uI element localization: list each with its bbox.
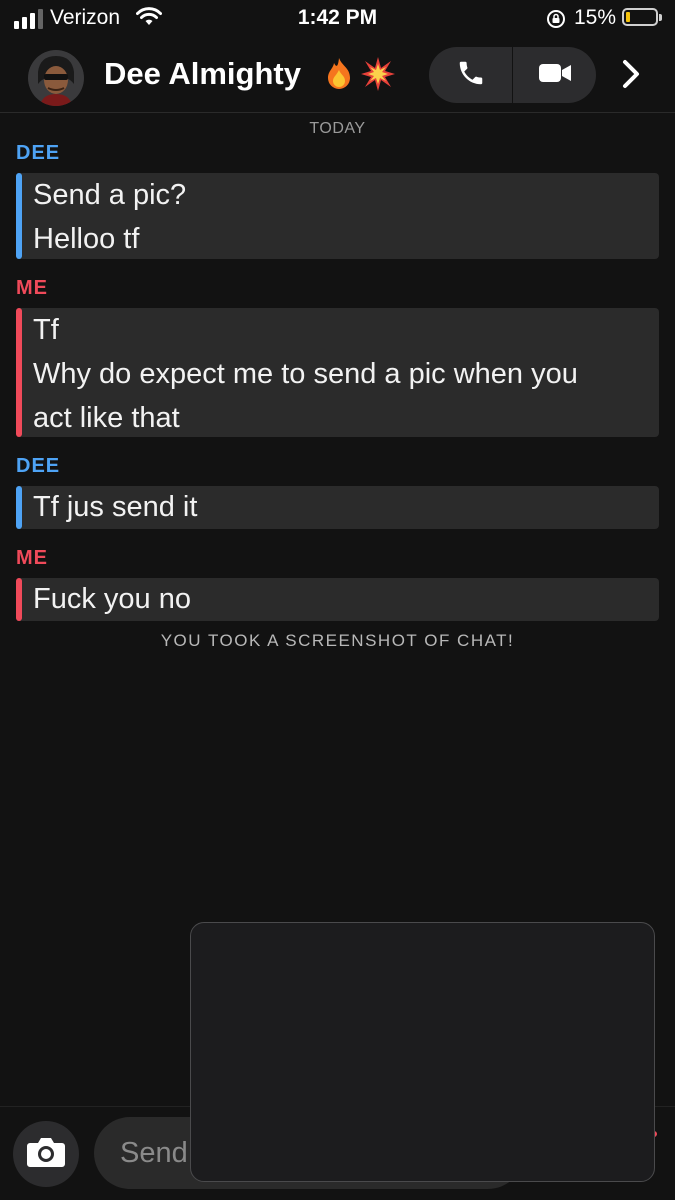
collision-icon [360,56,396,97]
battery-level-fill [626,12,630,22]
rotation-lock-icon [545,8,567,35]
date-separator: TODAY [309,120,366,137]
sender-label: DEE [16,455,61,477]
message-line: Fuck you no [33,583,191,615]
screenshot-preview-panel[interactable] [190,922,655,1182]
chat-header: Dee Almighty [0,40,675,110]
call-button-group [429,47,596,103]
chevron-right-icon[interactable] [620,58,642,95]
message-line: Tf [33,314,59,346]
sender-color-bar [16,578,22,621]
phone-icon [456,58,486,93]
voice-call-button[interactable] [429,47,512,103]
sender-color-bar [16,308,22,437]
sender-color-bar [16,173,22,259]
message-line: Why do expect me to send a pic when you [33,358,578,390]
sender-label: ME [16,277,48,299]
sender-color-bar [16,486,22,529]
message-bubble[interactable]: Tf Why do expect me to send a pic when y… [16,308,659,437]
message-bubble[interactable]: Fuck you no [16,578,659,621]
video-camera-icon [538,61,572,90]
message-line: Tf jus send it [33,491,198,523]
battery-percent: 15% [574,6,617,29]
message-bubble[interactable]: Send a pic? Helloo tf [16,173,659,259]
message-line: act like that [33,402,180,434]
battery-icon [622,8,662,26]
contact-name[interactable]: Dee Almighty [104,56,301,92]
status-bar: Verizon 1:42 PM 15% [0,0,675,38]
sender-label: DEE [16,142,61,164]
sender-label: ME [16,547,48,569]
screenshot-notice: YOU TOOK A SCREENSHOT OF CHAT! [160,631,515,650]
video-call-button[interactable] [513,47,596,103]
chat-screen: Verizon 1:42 PM 15% Dee Almighty TODAY D… [0,0,675,1200]
camera-icon [26,1135,66,1174]
message-line: Helloo tf [33,223,140,255]
message-bubble[interactable]: Tf jus send it [16,486,659,529]
message-line: Send a pic? [33,179,187,211]
camera-button[interactable] [13,1121,79,1187]
header-divider [0,112,675,113]
avatar[interactable] [28,50,84,106]
fire-icon [322,56,356,97]
